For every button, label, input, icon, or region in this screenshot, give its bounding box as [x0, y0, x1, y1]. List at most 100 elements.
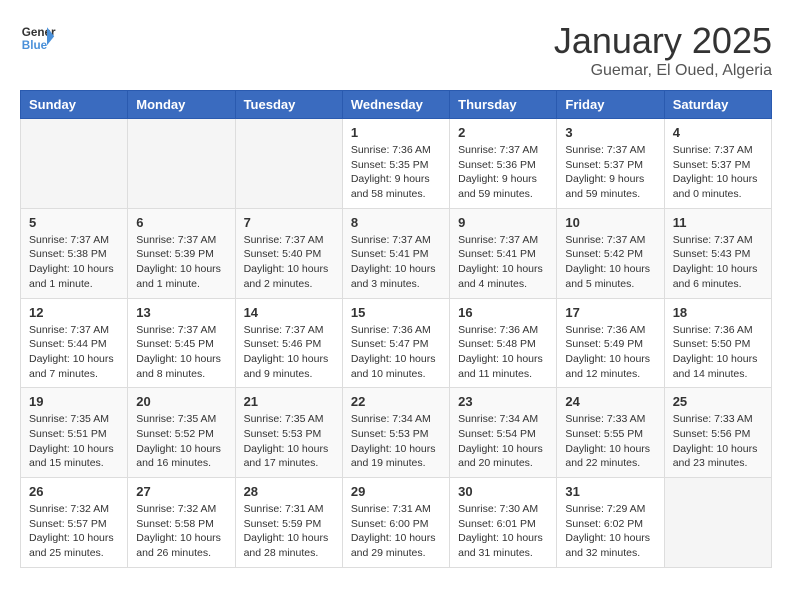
calendar-week-row: 1 Sunrise: 7:36 AMSunset: 5:35 PMDaylight…: [21, 119, 772, 209]
day-of-week-header: Saturday: [664, 91, 771, 119]
calendar-cell: 31 Sunrise: 7:29 AMSunset: 6:02 PMDayligh…: [557, 478, 664, 568]
day-info: Sunrise: 7:37 AMSunset: 5:39 PMDaylight:…: [136, 233, 226, 292]
day-number: 6: [136, 215, 226, 230]
day-info: Sunrise: 7:37 AMSunset: 5:45 PMDaylight:…: [136, 323, 226, 382]
day-number: 8: [351, 215, 441, 230]
day-info: Sunrise: 7:37 AMSunset: 5:40 PMDaylight:…: [244, 233, 334, 292]
day-info: Sunrise: 7:33 AMSunset: 5:55 PMDaylight:…: [565, 412, 655, 471]
day-number: 31: [565, 484, 655, 499]
calendar-cell: 14 Sunrise: 7:37 AMSunset: 5:46 PMDayligh…: [235, 298, 342, 388]
logo: General Blue: [20, 20, 56, 56]
calendar-cell: 3 Sunrise: 7:37 AMSunset: 5:37 PMDaylight…: [557, 119, 664, 209]
calendar-week-row: 5 Sunrise: 7:37 AMSunset: 5:38 PMDaylight…: [21, 208, 772, 298]
day-info: Sunrise: 7:34 AMSunset: 5:53 PMDaylight:…: [351, 412, 441, 471]
calendar-week-row: 26 Sunrise: 7:32 AMSunset: 5:57 PMDayligh…: [21, 478, 772, 568]
calendar-cell: 16 Sunrise: 7:36 AMSunset: 5:48 PMDayligh…: [450, 298, 557, 388]
day-info: Sunrise: 7:37 AMSunset: 5:38 PMDaylight:…: [29, 233, 119, 292]
day-info: Sunrise: 7:29 AMSunset: 6:02 PMDaylight:…: [565, 502, 655, 561]
day-info: Sunrise: 7:37 AMSunset: 5:42 PMDaylight:…: [565, 233, 655, 292]
calendar-cell: 15Sunrise: 7:36 AMSunset: 5:47 PMDayligh…: [342, 298, 449, 388]
calendar-cell: 13Sunrise: 7:37 AMSunset: 5:45 PMDayligh…: [128, 298, 235, 388]
day-number: 24: [565, 394, 655, 409]
day-number: 26: [29, 484, 119, 499]
calendar-cell: 22 Sunrise: 7:34 AMSunset: 5:53 PMDayligh…: [342, 388, 449, 478]
day-info: Sunrise: 7:37 AMSunset: 5:46 PMDaylight:…: [244, 323, 334, 382]
title-block: January 2025 Guemar, El Oued, Algeria: [554, 20, 772, 80]
day-number: 7: [244, 215, 334, 230]
day-info: Sunrise: 7:36 AMSunset: 5:49 PMDaylight:…: [565, 323, 655, 382]
day-info: Sunrise: 7:35 AMSunset: 5:52 PMDaylight:…: [136, 412, 226, 471]
day-info: Sunrise: 7:35 AMSunset: 5:51 PMDaylight:…: [29, 412, 119, 471]
day-number: 16: [458, 305, 548, 320]
calendar-cell: 19 Sunrise: 7:35 AMSunset: 5:51 PMDayligh…: [21, 388, 128, 478]
day-of-week-header: Tuesday: [235, 91, 342, 119]
calendar-cell: [235, 119, 342, 209]
day-info: Sunrise: 7:37 AMSunset: 5:37 PMDaylight:…: [673, 143, 763, 202]
calendar-cell: 1 Sunrise: 7:36 AMSunset: 5:35 PMDaylight…: [342, 119, 449, 209]
day-of-week-header: Wednesday: [342, 91, 449, 119]
calendar-table: SundayMondayTuesdayWednesdayThursdayFrid…: [20, 90, 772, 568]
day-number: 2: [458, 125, 548, 140]
svg-text:Blue: Blue: [22, 39, 48, 52]
day-of-week-header: Monday: [128, 91, 235, 119]
day-number: 22: [351, 394, 441, 409]
day-number: 4: [673, 125, 763, 140]
day-info: Sunrise: 7:32 AMSunset: 5:58 PMDaylight:…: [136, 502, 226, 561]
day-info: Sunrise: 7:37 AMSunset: 5:36 PMDaylight:…: [458, 143, 548, 202]
day-number: 5: [29, 215, 119, 230]
day-of-week-header: Sunday: [21, 91, 128, 119]
day-info: Sunrise: 7:36 AMSunset: 5:35 PMDaylight:…: [351, 143, 441, 202]
day-info: Sunrise: 7:37 AMSunset: 5:43 PMDaylight:…: [673, 233, 763, 292]
calendar-week-row: 19 Sunrise: 7:35 AMSunset: 5:51 PMDayligh…: [21, 388, 772, 478]
day-info: Sunrise: 7:37 AMSunset: 5:41 PMDaylight:…: [351, 233, 441, 292]
calendar-cell: 10 Sunrise: 7:37 AMSunset: 5:42 PMDayligh…: [557, 208, 664, 298]
location-subtitle: Guemar, El Oued, Algeria: [554, 62, 772, 80]
day-number: 19: [29, 394, 119, 409]
day-number: 28: [244, 484, 334, 499]
calendar-cell: 9Sunrise: 7:37 AMSunset: 5:41 PMDaylight…: [450, 208, 557, 298]
calendar-cell: 23 Sunrise: 7:34 AMSunset: 5:54 PMDayligh…: [450, 388, 557, 478]
calendar-cell: 12Sunrise: 7:37 AMSunset: 5:44 PMDayligh…: [21, 298, 128, 388]
day-number: 30: [458, 484, 548, 499]
calendar-cell: 17Sunrise: 7:36 AMSunset: 5:49 PMDayligh…: [557, 298, 664, 388]
month-title: January 2025: [554, 20, 772, 62]
calendar-cell: 30 Sunrise: 7:30 AMSunset: 6:01 PMDayligh…: [450, 478, 557, 568]
day-info: Sunrise: 7:36 AMSunset: 5:50 PMDaylight:…: [673, 323, 763, 382]
calendar-cell: [128, 119, 235, 209]
day-number: 27: [136, 484, 226, 499]
calendar-cell: 21Sunrise: 7:35 AMSunset: 5:53 PMDayligh…: [235, 388, 342, 478]
day-number: 3: [565, 125, 655, 140]
calendar-cell: 6 Sunrise: 7:37 AMSunset: 5:39 PMDaylight…: [128, 208, 235, 298]
day-info: Sunrise: 7:37 AMSunset: 5:37 PMDaylight:…: [565, 143, 655, 202]
day-number: 25: [673, 394, 763, 409]
calendar-cell: 8 Sunrise: 7:37 AMSunset: 5:41 PMDaylight…: [342, 208, 449, 298]
day-number: 14: [244, 305, 334, 320]
calendar-cell: 2 Sunrise: 7:37 AMSunset: 5:36 PMDaylight…: [450, 119, 557, 209]
day-info: Sunrise: 7:34 AMSunset: 5:54 PMDaylight:…: [458, 412, 548, 471]
day-number: 15: [351, 305, 441, 320]
day-number: 23: [458, 394, 548, 409]
day-number: 29: [351, 484, 441, 499]
day-info: Sunrise: 7:33 AMSunset: 5:56 PMDaylight:…: [673, 412, 763, 471]
day-number: 10: [565, 215, 655, 230]
day-info: Sunrise: 7:35 AMSunset: 5:53 PMDaylight:…: [244, 412, 334, 471]
day-of-week-header: Thursday: [450, 91, 557, 119]
day-number: 1: [351, 125, 441, 140]
calendar-cell: 24 Sunrise: 7:33 AMSunset: 5:55 PMDayligh…: [557, 388, 664, 478]
day-of-week-header: Friday: [557, 91, 664, 119]
calendar-cell: 18Sunrise: 7:36 AMSunset: 5:50 PMDayligh…: [664, 298, 771, 388]
calendar-cell: 26 Sunrise: 7:32 AMSunset: 5:57 PMDayligh…: [21, 478, 128, 568]
page-header: General Blue January 2025 Guemar, El Oue…: [20, 20, 772, 80]
calendar-cell: 20Sunrise: 7:35 AMSunset: 5:52 PMDayligh…: [128, 388, 235, 478]
day-info: Sunrise: 7:30 AMSunset: 6:01 PMDaylight:…: [458, 502, 548, 561]
day-info: Sunrise: 7:36 AMSunset: 5:48 PMDaylight:…: [458, 323, 548, 382]
day-info: Sunrise: 7:32 AMSunset: 5:57 PMDaylight:…: [29, 502, 119, 561]
calendar-cell: 11Sunrise: 7:37 AMSunset: 5:43 PMDayligh…: [664, 208, 771, 298]
calendar-cell: 7 Sunrise: 7:37 AMSunset: 5:40 PMDaylight…: [235, 208, 342, 298]
calendar-cell: 28Sunrise: 7:31 AMSunset: 5:59 PMDayligh…: [235, 478, 342, 568]
calendar-cell: 29Sunrise: 7:31 AMSunset: 6:00 PMDayligh…: [342, 478, 449, 568]
day-info: Sunrise: 7:37 AMSunset: 5:41 PMDaylight:…: [458, 233, 548, 292]
calendar-cell: [21, 119, 128, 209]
calendar-header-row: SundayMondayTuesdayWednesdayThursdayFrid…: [21, 91, 772, 119]
calendar-week-row: 12Sunrise: 7:37 AMSunset: 5:44 PMDayligh…: [21, 298, 772, 388]
